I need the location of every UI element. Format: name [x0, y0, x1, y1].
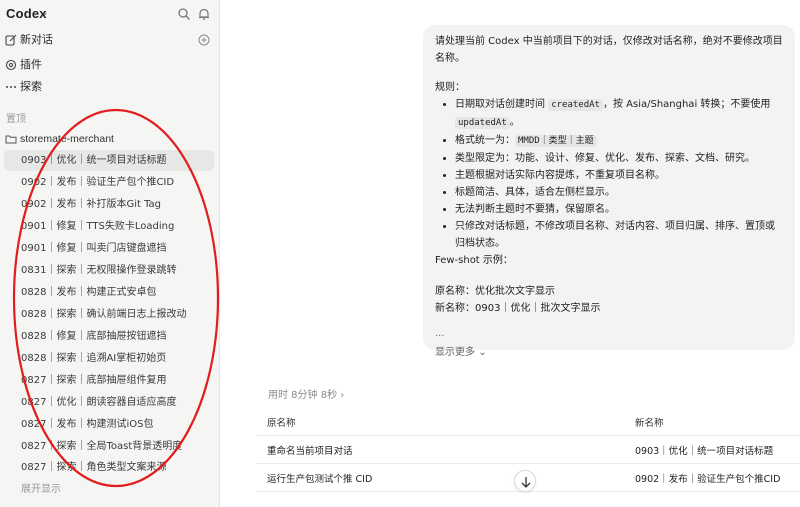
- project-name: storemate-merchant: [20, 133, 114, 145]
- user-message-bubble: 请处理当前 Codex 中当前项目下的对话，仅修改对话名称，绝对不要修改项目名称…: [423, 25, 795, 358]
- rule-item: 标题简洁、具体，适合左侧栏显示。: [455, 184, 783, 201]
- more-dots-icon: [6, 86, 16, 88]
- rule-text: 日期取对话创建时间: [455, 99, 549, 110]
- nav-new-chat[interactable]: 新对话: [0, 30, 219, 50]
- rule-text: 。: [509, 117, 520, 128]
- rule-item: 只修改对话标题，不修改项目名称、对话内容、项目归属、排序、置顶或归档状态。: [455, 218, 783, 252]
- sidebar-header: Codex ⌄: [0, 0, 219, 30]
- rule-item: 类型限定为：功能、设计、修复、优化、发布、探索、文档、研究。: [455, 150, 783, 167]
- table-cell: 0903｜优化｜统一项目对话标题: [635, 446, 774, 457]
- sidebar: Codex ⌄ 新对话 插件 探索 置顶 storemate-merchant …: [0, 0, 220, 507]
- thread-item[interactable]: 0828｜探索｜追溯AI掌柜初始页: [4, 348, 214, 369]
- thread-item[interactable]: 0827｜探索｜角色类型文案来源: [4, 457, 214, 478]
- add-chat-icon[interactable]: [198, 34, 210, 46]
- thread-item[interactable]: 0902｜发布｜补打版本Git Tag: [4, 194, 214, 215]
- thread-item[interactable]: 0828｜探索｜确认前端日志上报改动: [4, 304, 214, 325]
- arrow-down-icon: [521, 477, 531, 488]
- thread-item[interactable]: 0902｜发布｜验证生产包个推CID: [4, 172, 214, 193]
- message-intro: 请处理当前 Codex 中当前项目下的对话，仅修改对话名称，绝对不要修改项目名称…: [435, 36, 783, 64]
- thread-item[interactable]: 0903｜优化｜统一项目对话标题: [4, 150, 214, 171]
- table-cell: 0902｜发布｜验证生产包个推CID: [635, 474, 781, 485]
- nav-label: 新对话: [20, 33, 53, 46]
- truncation-ellipsis: ...: [435, 328, 445, 339]
- column-header: 原名称: [267, 418, 296, 429]
- sidebar-show-more[interactable]: 展开显示: [21, 480, 61, 495]
- example-new: 新名称：0903｜优化｜批次文字显示: [435, 303, 601, 314]
- thread-item[interactable]: 0828｜发布｜构建正式安卓包: [4, 282, 214, 303]
- main-panel: 请处理当前 Codex 中当前项目下的对话，仅修改对话名称，绝对不要修改项目名称…: [221, 0, 800, 507]
- search-icon[interactable]: [177, 7, 191, 21]
- rule-text: ，按 Asia/Shanghai 转换；不要使用: [602, 99, 771, 110]
- plugin-icon: [5, 59, 17, 71]
- thread-item[interactable]: 0831｜探索｜无权限操作登录跳转: [4, 260, 214, 281]
- example-original: 原名称：优化批次文字显示: [435, 286, 555, 297]
- rule-item: 格式统一为：MMDD｜类型｜主题: [455, 132, 783, 150]
- project-folder[interactable]: storemate-merchant: [0, 130, 219, 148]
- new-chat-icon: [5, 34, 17, 46]
- nav-plugins[interactable]: 插件: [0, 55, 219, 75]
- chevron-right-icon: ›: [340, 390, 345, 401]
- nav-explore[interactable]: 探索: [0, 77, 219, 97]
- rule-item: 无法判断主题时不要猜，保留原名。: [455, 201, 783, 218]
- thread-item[interactable]: 0901｜修复｜TTS失败卡Loading: [4, 216, 214, 237]
- scroll-to-bottom-button[interactable]: [514, 470, 536, 492]
- nav-label: 探索: [20, 80, 42, 93]
- rules-list: 日期取对话创建时间 createdAt，按 Asia/Shanghai 转换；不…: [435, 96, 783, 252]
- thread-item[interactable]: 0827｜探索｜底部抽屉组件复用: [4, 370, 214, 391]
- thread-item[interactable]: 0828｜修复｜底部抽屉按钮遮挡: [4, 326, 214, 347]
- column-header: 新名称: [635, 418, 664, 429]
- bell-icon[interactable]: [197, 7, 211, 21]
- thread-item[interactable]: 0901｜修复｜叫卖门店键盘遮挡: [4, 238, 214, 259]
- elapsed-label: 用时 8分钟 8秒: [268, 390, 338, 401]
- elapsed-time[interactable]: 用时 8分钟 8秒 ›: [268, 386, 344, 401]
- table-row: 重命名当前项目对话 0903｜优化｜统一项目对话标题: [256, 440, 800, 464]
- show-more-button[interactable]: 显示更多 ⌄: [435, 345, 783, 361]
- chevron-down-icon[interactable]: ⌄: [41, 8, 49, 18]
- rules-title: 规则：: [435, 82, 465, 93]
- table-cell: 重命名当前项目对话: [267, 446, 353, 457]
- nav-label: 插件: [20, 58, 42, 71]
- fewshot-title: Few-shot 示例：: [435, 255, 513, 266]
- rule-item: 日期取对话创建时间 createdAt，按 Asia/Shanghai 转换；不…: [455, 96, 783, 132]
- inline-code: updatedAt: [455, 117, 510, 129]
- folder-icon: [5, 135, 17, 144]
- inline-code: MMDD｜类型｜主题: [515, 135, 597, 147]
- rule-item: 主题根据对话实际内容提炼，不重复项目名称。: [455, 167, 783, 184]
- thread-item[interactable]: 0827｜发布｜构建测试iOS包: [4, 414, 214, 435]
- table-cell: 运行生产包测试个推 CID: [267, 474, 373, 485]
- thread-item[interactable]: 0827｜探索｜全局Toast背景透明度: [4, 436, 214, 457]
- table-header: 原名称 新名称: [256, 412, 800, 436]
- section-label-pinned: 置顶: [6, 114, 26, 125]
- show-more-label: 显示更多: [435, 347, 475, 358]
- rule-text: 格式统一为：: [455, 135, 515, 146]
- thread-item[interactable]: 0827｜优化｜朗读容器自适应高度: [4, 392, 214, 413]
- chevron-down-icon: ⌄: [478, 347, 487, 358]
- inline-code: createdAt: [548, 99, 603, 111]
